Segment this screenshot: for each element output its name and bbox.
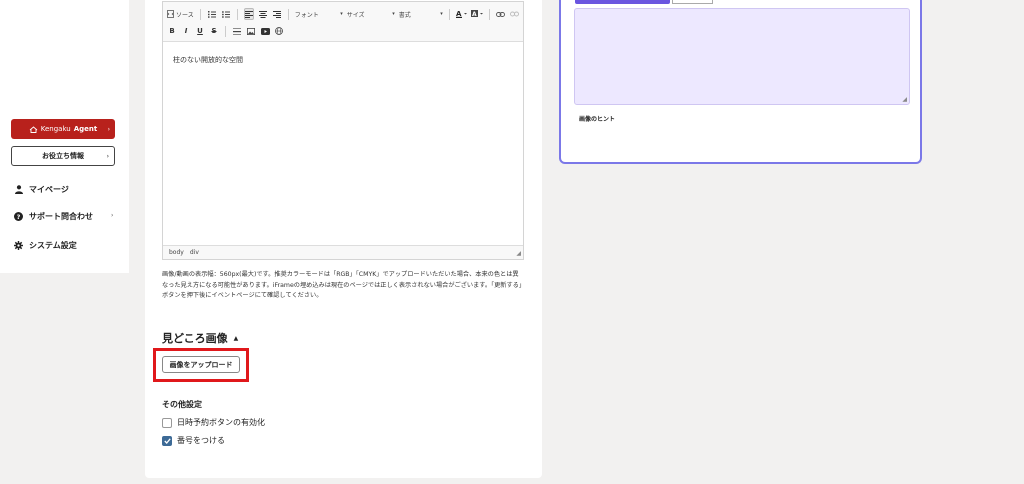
sidebar-item-support[interactable]: ? サポート問合わせ <box>14 211 93 222</box>
media-width-note: 画像/動画の表示幅：560px(最大)です。推奨カラーモードは「RGB」「CMY… <box>162 271 522 299</box>
align-center-icon[interactable] <box>258 8 268 20</box>
chevron-right-icon: › <box>107 125 110 133</box>
sidebar-item-label: サポート問合わせ <box>29 212 93 221</box>
chevron-right-icon: › <box>111 212 114 219</box>
panel-tab[interactable] <box>672 0 713 4</box>
sidebar-item-system-settings[interactable]: システム設定 <box>14 240 77 251</box>
link-icon[interactable] <box>496 8 506 20</box>
horizontal-rule-icon[interactable] <box>232 25 242 37</box>
chevron-right-icon: › <box>106 152 109 160</box>
sidebar-item-mypage[interactable]: マイページ <box>14 184 69 195</box>
size-select[interactable]: サイズ ▾ <box>347 8 395 20</box>
editor-content[interactable]: 柱のない開放的な空間 <box>173 55 243 65</box>
source-icon <box>167 10 174 18</box>
path-element-body[interactable]: body <box>169 249 184 256</box>
toolbar-separator <box>199 8 201 20</box>
bold-button[interactable]: B <box>167 25 177 37</box>
image-icon[interactable] <box>246 25 256 37</box>
underline-button[interactable]: U <box>195 25 205 37</box>
toolbar-separator <box>488 8 490 20</box>
path-element-div[interactable]: div <box>190 249 199 256</box>
background-color-icon[interactable]: A <box>470 8 483 20</box>
useful-info-button[interactable]: お役立ち情報 › <box>11 146 115 166</box>
resize-handle-icon[interactable]: ◢ <box>516 250 521 257</box>
useful-info-label: お役立ち情報 <box>42 152 84 160</box>
house-logo-icon <box>29 125 38 133</box>
agent-label-light: Kengaku <box>40 125 71 133</box>
add-numbers-option[interactable]: 番号をつける <box>162 435 225 446</box>
sidebar-item-label: システム設定 <box>29 241 77 250</box>
svg-text:A: A <box>472 11 477 18</box>
user-icon <box>14 185 23 194</box>
checkmark-icon <box>163 437 171 444</box>
upload-image-button[interactable]: 画像をアップロード <box>162 356 240 373</box>
video-icon[interactable] <box>260 25 270 37</box>
format-select[interactable]: 書式 ▾ <box>399 8 443 20</box>
toolbar-separator <box>287 8 289 20</box>
agent-label-bold: Agent <box>73 125 98 133</box>
checkbox-unchecked[interactable] <box>162 417 172 428</box>
image-description-textarea[interactable]: ◢ <box>574 8 910 105</box>
image-preview-panel: ◢ 画像のヒント <box>559 0 922 164</box>
enable-date-reservation-option[interactable]: 日時予約ボタンの有効化 <box>162 417 265 428</box>
gear-icon <box>14 241 23 250</box>
resize-handle-icon[interactable]: ◢ <box>902 96 907 103</box>
toolbar-separator <box>225 25 226 37</box>
numbered-list-icon[interactable] <box>207 8 217 20</box>
checkbox-checked[interactable] <box>162 435 172 446</box>
option-label: 番号をつける <box>177 436 225 445</box>
font-select-label: フォント <box>294 11 319 19</box>
dropdown-arrow-icon: ▾ <box>340 11 343 17</box>
toolbar-separator <box>448 8 450 20</box>
align-right-icon[interactable] <box>272 8 282 20</box>
bulleted-list-icon[interactable] <box>221 8 231 20</box>
svg-text:?: ? <box>17 213 21 221</box>
highlights-section-title[interactable]: 見どころ画像 ▲ <box>162 330 238 346</box>
source-button[interactable]: ソース <box>167 8 194 20</box>
caret-up-icon: ▲ <box>233 334 239 342</box>
option-label: 日時予約ボタンの有効化 <box>177 418 265 427</box>
font-select[interactable]: フォント ▾ <box>295 8 343 20</box>
rich-text-editor: ソース フォント ▾ サイズ ▾ 書式 ▾ A A B I U S 柱のない開放… <box>162 1 524 260</box>
dropdown-arrow-icon: ▾ <box>392 11 395 17</box>
size-select-label: サイズ <box>346 11 365 19</box>
italic-button[interactable]: I <box>181 25 191 37</box>
editor-toolbar: ソース フォント ▾ サイズ ▾ 書式 ▾ A A B I U S <box>163 2 523 42</box>
image-hint-label: 画像のヒント <box>579 116 616 123</box>
image-hint-box: 画像のヒント <box>574 109 910 149</box>
dropdown-arrow-icon: ▾ <box>440 11 443 17</box>
unlink-icon[interactable] <box>510 8 520 20</box>
svg-text:A: A <box>456 10 462 18</box>
globe-icon[interactable] <box>274 25 284 37</box>
text-color-icon[interactable]: A <box>455 8 467 20</box>
kengaku-agent-button[interactable]: Kengaku Agent › <box>11 119 115 139</box>
sidebar: Kengaku Agent › お役立ち情報 › マイページ ? サポート問合わせ… <box>0 0 129 273</box>
question-icon: ? <box>14 212 23 221</box>
toolbar-separator <box>236 8 238 20</box>
editor-status-path: body div ◢ <box>163 245 523 259</box>
format-select-label: 書式 <box>398 11 411 19</box>
sidebar-item-label: マイページ <box>29 185 69 194</box>
strikethrough-button[interactable]: S <box>209 25 219 37</box>
highlights-title-text: 見どころ画像 <box>162 332 228 345</box>
align-left-icon[interactable] <box>243 8 254 20</box>
main-card: ソース フォント ▾ サイズ ▾ 書式 ▾ A A B I U S 柱のない開放… <box>145 0 542 478</box>
source-label: ソース <box>176 11 194 19</box>
other-settings-title: その他設定 <box>162 400 202 409</box>
panel-tab-active[interactable] <box>575 0 670 4</box>
